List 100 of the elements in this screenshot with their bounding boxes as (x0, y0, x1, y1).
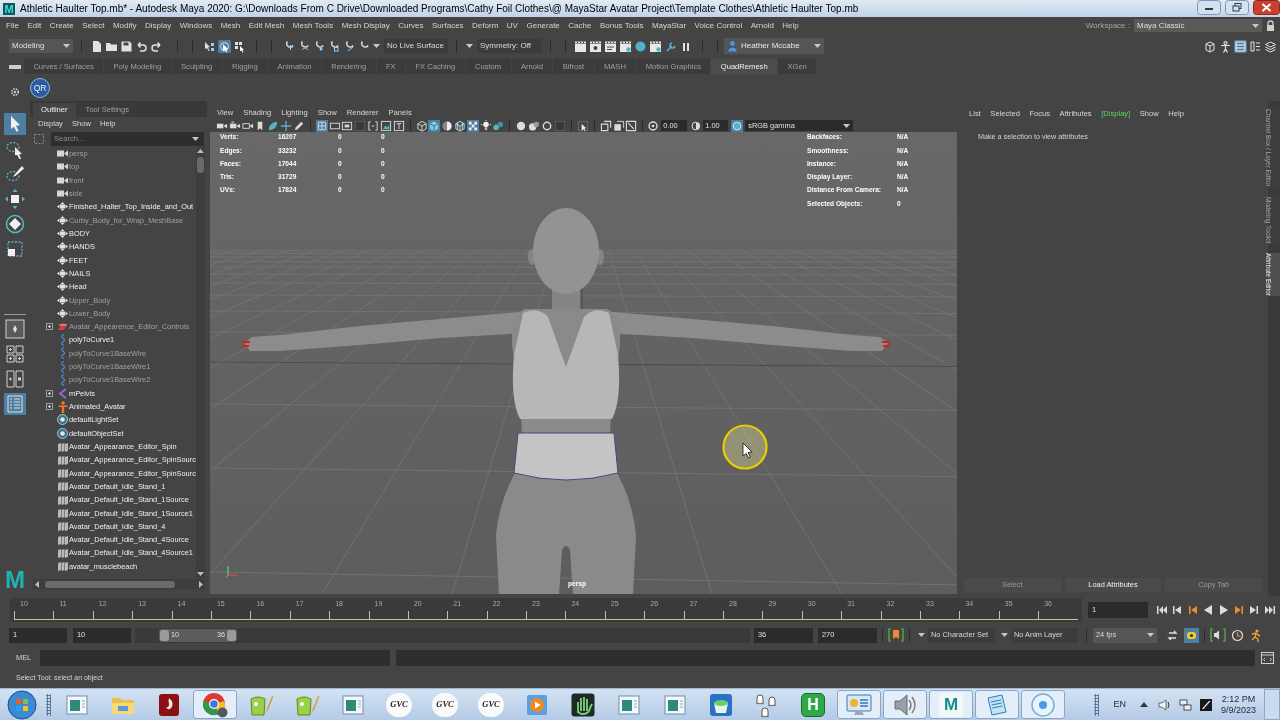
slider-handle-icon[interactable] (160, 629, 169, 641)
menu-item[interactable]: Mesh (220, 19, 241, 32)
list-panel-icon[interactable] (1249, 39, 1262, 53)
plus-icon[interactable] (280, 119, 292, 132)
menu-icon[interactable] (9, 63, 21, 70)
diagonal-box-icon[interactable] (625, 119, 638, 132)
bulb-icon[interactable] (479, 119, 492, 132)
cursor-icon[interactable] (233, 39, 246, 53)
menu-item[interactable]: Bonus Tools (599, 19, 644, 32)
network-icon[interactable] (1178, 698, 1192, 711)
clapboard-icon[interactable] (589, 39, 602, 53)
menu-item[interactable]: Cache (568, 19, 592, 32)
spheres-icon[interactable] (492, 119, 505, 132)
ring-icon[interactable] (1184, 627, 1199, 643)
menu-item[interactable]: Modify (112, 19, 137, 32)
cursor-icon[interactable] (203, 39, 216, 53)
caret-icon[interactable] (814, 44, 821, 48)
menu-item[interactable]: Select (82, 19, 105, 32)
single-view-icon[interactable] (4, 318, 26, 340)
clapboard-icon[interactable] (649, 39, 662, 53)
panel-layout-icon[interactable] (1234, 39, 1247, 53)
slider-handle-icon[interactable] (227, 629, 236, 641)
play-backward-icon[interactable] (1202, 604, 1215, 616)
menu-item[interactable]: Edit (27, 19, 42, 32)
symmetry-field[interactable]: Symmetry: Off (477, 39, 542, 53)
ring-icon[interactable] (540, 119, 553, 132)
minimize-icon[interactable] (1197, 0, 1221, 15)
menu-item[interactable]: Surfaces (432, 19, 464, 32)
caret-icon[interactable] (918, 633, 925, 637)
menu-item[interactable]: File (6, 19, 19, 32)
taskbar-button[interactable] (193, 690, 237, 719)
scrollbar-thumb[interactable] (197, 157, 204, 173)
cursor-icon[interactable] (576, 119, 589, 132)
grid-square-icon[interactable] (315, 119, 328, 132)
rotate-icon[interactable] (4, 213, 26, 235)
wire-cube-icon[interactable] (415, 119, 428, 132)
close-icon[interactable] (1253, 0, 1280, 15)
undo-icon[interactable] (135, 39, 148, 53)
shaded-cube-icon[interactable] (428, 119, 441, 132)
caret-icon[interactable] (1147, 633, 1154, 637)
text-frame-icon[interactable] (392, 119, 405, 132)
scroll-left-icon[interactable] (35, 580, 39, 588)
settings-icon[interactable] (10, 87, 20, 97)
expand-icon[interactable] (46, 403, 53, 411)
sphere-icon[interactable] (515, 119, 528, 132)
half-sphere-icon[interactable] (441, 119, 454, 132)
figure-icon[interactable] (1219, 39, 1232, 53)
caret-icon[interactable] (843, 123, 851, 128)
swap-arrows-icon[interactable] (1166, 628, 1179, 642)
layers-icon[interactable] (1264, 39, 1277, 53)
taskbar-button[interactable]: GVC (423, 690, 467, 719)
cube-icon[interactable] (1204, 39, 1217, 53)
shelf-button[interactable]: QR (30, 78, 50, 98)
half-circle-icon[interactable] (691, 120, 701, 131)
caret-icon[interactable] (373, 44, 380, 48)
cursor-icon[interactable] (218, 39, 231, 53)
scale-icon[interactable] (4, 238, 26, 260)
scroll-down-icon[interactable] (197, 572, 204, 576)
menu-item[interactable]: Create (49, 19, 74, 32)
leaf-icon[interactable] (267, 119, 280, 132)
menu-item[interactable]: Help (782, 19, 799, 32)
user-dropdown[interactable]: Heather Mccabe (724, 38, 824, 54)
previous-key-icon[interactable] (1186, 604, 1199, 616)
step-back-icon[interactable] (1171, 604, 1184, 616)
user-icon[interactable] (727, 40, 738, 52)
running-figure-icon[interactable] (1249, 628, 1262, 642)
taskbar-button[interactable]: M (929, 690, 973, 719)
menu-item[interactable]: MayaStar (651, 19, 687, 32)
clock-icon[interactable] (1231, 628, 1244, 642)
expand-icon[interactable] (46, 323, 53, 331)
menu-item[interactable]: Mesh Display (341, 19, 390, 32)
save-icon[interactable] (120, 39, 133, 53)
caret-icon[interactable] (466, 44, 473, 48)
chevron-up-icon[interactable] (1139, 702, 1148, 707)
checker-icon[interactable] (466, 119, 479, 132)
menu-item[interactable]: Windows (179, 19, 213, 32)
scroll-up-icon[interactable] (197, 149, 204, 153)
caret-icon[interactable] (192, 136, 199, 141)
spheres-icon[interactable] (528, 119, 541, 132)
volume-icon[interactable] (1157, 698, 1171, 711)
scroll-right-icon[interactable] (199, 580, 203, 588)
ring-dot-icon[interactable] (648, 120, 659, 131)
menu-item[interactable]: Generate (526, 19, 560, 32)
menu-item[interactable]: Display (145, 19, 172, 32)
horizontal-scrollbar[interactable] (33, 579, 205, 589)
clapboard-icon[interactable] (574, 39, 587, 53)
caret-icon[interactable] (1252, 23, 1259, 28)
next-key-icon[interactable] (1232, 604, 1245, 616)
sphere-icon[interactable] (634, 39, 647, 53)
menu-item[interactable]: Mesh Tools (292, 19, 334, 32)
redo-icon[interactable] (150, 39, 163, 53)
caret-icon[interactable] (1001, 633, 1008, 637)
play-icon[interactable] (1217, 604, 1230, 616)
menu-item[interactable]: Voice Control (694, 19, 743, 32)
menu-item[interactable]: Edit Mesh (248, 19, 285, 32)
vertical-scrollbar[interactable] (196, 147, 205, 578)
bookmark-icon[interactable] (888, 628, 904, 642)
frame-icon[interactable] (341, 119, 354, 132)
menu-set-dropdown[interactable]: Modeling (9, 39, 73, 53)
clapboard-icon[interactable] (619, 39, 632, 53)
